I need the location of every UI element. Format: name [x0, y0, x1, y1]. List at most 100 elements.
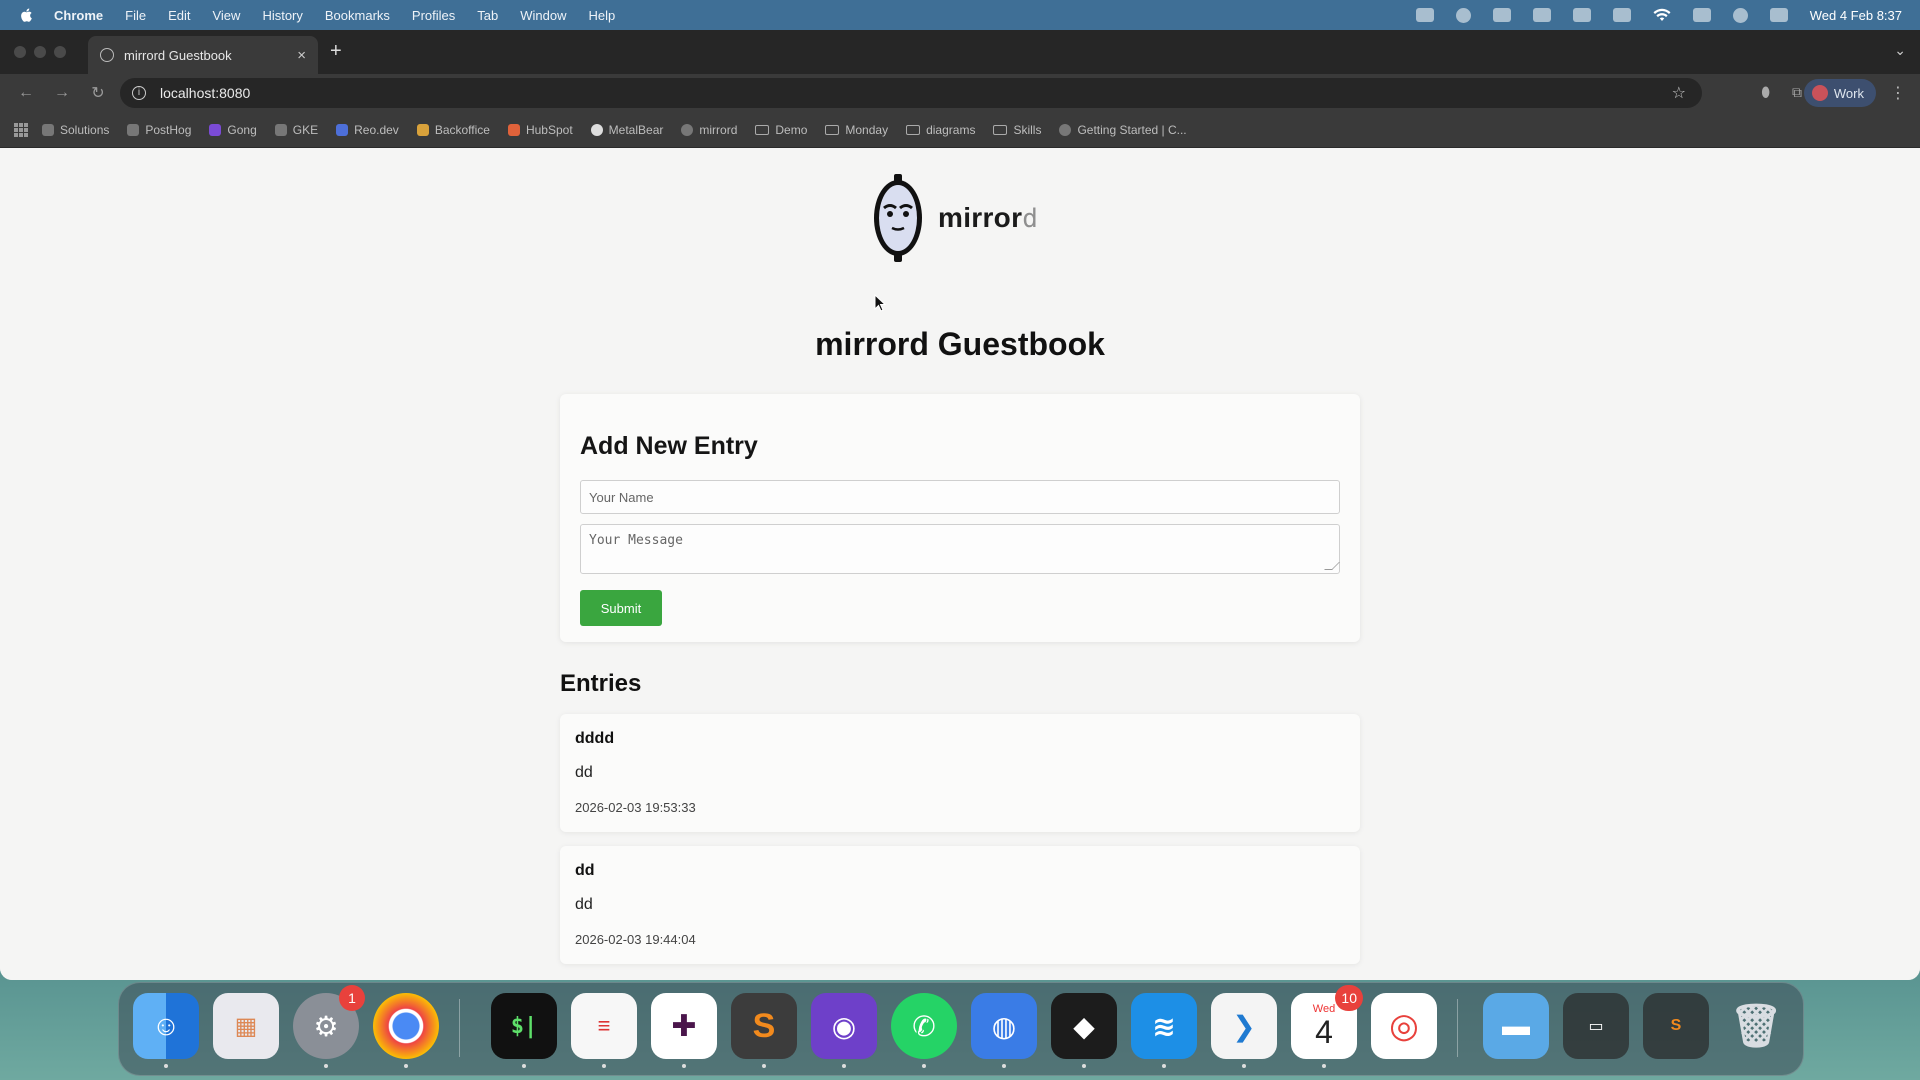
dock: ☺ ▦ ⚙ 1 $| ≡ ✚ S ◉ ✆ ◍ ◆ ≋ ❯ Wed 4 10 ◎ ▬ ▭…: [118, 982, 1804, 1076]
record-icon[interactable]: [1455, 7, 1471, 23]
dock-notes[interactable]: ≡: [571, 993, 637, 1068]
bookmark-label: Gong: [227, 122, 257, 137]
dock-github-desktop[interactable]: ◉: [811, 993, 877, 1068]
bookmark-solutions[interactable]: Solutions: [42, 123, 109, 137]
dock-finder[interactable]: ☺: [133, 993, 199, 1068]
url-text[interactable]: localhost:8080: [160, 85, 250, 101]
screen-share-icon[interactable]: [1415, 8, 1434, 22]
bookmark-hubspot[interactable]: HubSpot: [507, 123, 573, 137]
cloud-icon[interactable]: [1492, 8, 1511, 22]
kebab-menu-icon[interactable]: ⋮: [1890, 83, 1906, 103]
dock-database-app[interactable]: ◍: [971, 993, 1037, 1068]
bookmark-mirrord[interactable]: mirrord: [681, 123, 737, 137]
menu-window[interactable]: Window: [520, 8, 566, 23]
menu-bookmarks[interactable]: Bookmarks: [325, 8, 390, 23]
bookmark-folder-demo[interactable]: Demo: [755, 123, 807, 137]
bookmark-label: Solutions: [60, 122, 110, 137]
apps-grid-icon[interactable]: [14, 122, 28, 137]
entry-timestamp: 2026-02-03 19:44:04: [575, 932, 696, 947]
bookmark-getting-started[interactable]: Getting Started | C...: [1059, 123, 1187, 137]
message-textarea[interactable]: [580, 524, 1340, 574]
dock-docker[interactable]: ≋: [1131, 993, 1197, 1068]
bookmark-folder-diagrams[interactable]: diagrams: [906, 123, 975, 137]
menu-help[interactable]: Help: [589, 8, 616, 23]
menu-profiles[interactable]: Profiles: [412, 8, 455, 23]
folder-icon: [906, 124, 921, 135]
bookmark-backoffice[interactable]: Backoffice: [416, 123, 490, 137]
zoom-window-button[interactable]: [54, 46, 66, 58]
folder-icon: [993, 124, 1008, 135]
reload-icon[interactable]: ↻: [88, 83, 108, 103]
bookmark-gke[interactable]: GKE: [274, 123, 318, 137]
address-bar[interactable]: i localhost:8080 ☆: [120, 78, 1702, 108]
menu-chrome[interactable]: Chrome: [54, 8, 103, 23]
menu-file[interactable]: File: [125, 8, 146, 23]
running-indicator: [762, 1064, 766, 1068]
forward-arrow-icon[interactable]: →: [52, 84, 72, 102]
dock-whatsapp[interactable]: ✆: [891, 993, 957, 1068]
dock-slack[interactable]: ✚: [651, 993, 717, 1068]
monitor-icon[interactable]: [1612, 8, 1631, 22]
bookmark-favicon: [336, 123, 349, 136]
dock-launchpad[interactable]: ▦: [213, 993, 279, 1059]
running-indicator: [1322, 1064, 1326, 1068]
spotlight-search-icon[interactable]: [1732, 7, 1748, 23]
wifi-icon[interactable]: [1653, 8, 1671, 22]
shield-icon[interactable]: [1532, 8, 1551, 22]
dock-screen-recorder[interactable]: ◎: [1371, 993, 1437, 1059]
profile-button[interactable]: Work: [1803, 79, 1876, 107]
bookmark-metalbear[interactable]: MetalBear: [590, 123, 663, 137]
dock-calendar[interactable]: Wed 4 10: [1291, 985, 1363, 1068]
minimize-window-button[interactable]: [34, 46, 46, 58]
tab-search-chevron-icon[interactable]: ⌄: [1894, 42, 1906, 59]
window-controls: [14, 46, 66, 58]
running-indicator: [1002, 1064, 1006, 1068]
bookmark-label: Demo: [775, 122, 808, 137]
apple-icon[interactable]: [18, 6, 36, 24]
name-input[interactable]: [580, 480, 1340, 514]
site-info-icon[interactable]: i: [132, 86, 146, 100]
battery-icon[interactable]: [1692, 8, 1711, 22]
entry-message: dd: [575, 764, 593, 781]
mirrord-extension-icon[interactable]: ⬮: [1761, 84, 1770, 101]
running-indicator: [922, 1064, 926, 1068]
bookmark-favicon: [209, 123, 222, 136]
dock-minimized-chrome[interactable]: ▭: [1563, 993, 1629, 1059]
dock-sublime-text[interactable]: S: [731, 993, 797, 1068]
bookmark-label: Monday: [845, 122, 889, 137]
dock-cube-app[interactable]: ◆: [1051, 993, 1117, 1068]
bookmark-folder-skills[interactable]: Skills: [993, 123, 1041, 137]
back-arrow-icon[interactable]: ←: [16, 84, 36, 102]
tab-mirrord-guestbook[interactable]: mirrord Guestbook ×: [88, 36, 318, 74]
gear-icon: ⚙: [313, 1010, 339, 1042]
menu-tab[interactable]: Tab: [477, 8, 498, 23]
submit-button[interactable]: Submit: [580, 590, 662, 626]
dock-minimized-sublime[interactable]: S: [1643, 993, 1709, 1059]
tab-close-icon[interactable]: ×: [297, 47, 306, 64]
speedometer-icon[interactable]: [1572, 8, 1591, 22]
dock-vscode[interactable]: ❯: [1211, 993, 1277, 1068]
avatar: [1811, 85, 1828, 101]
bookmark-gong[interactable]: Gong: [209, 122, 257, 137]
menu-history[interactable]: History: [262, 8, 302, 23]
control-center-icon[interactable]: [1769, 8, 1788, 22]
bookmark-star-icon[interactable]: ☆: [1672, 83, 1686, 103]
close-window-button[interactable]: [14, 46, 26, 58]
dock-downloads-folder[interactable]: ▬: [1483, 993, 1549, 1059]
new-tab-button[interactable]: +: [330, 40, 342, 63]
entries-heading: Entries: [560, 670, 642, 697]
bookmark-posthog[interactable]: PostHog: [127, 123, 191, 137]
menu-edit[interactable]: Edit: [168, 8, 190, 23]
bookmark-reo-dev[interactable]: Reo.dev: [336, 123, 399, 137]
mirrord-logo: mirrord: [872, 172, 1038, 264]
extensions-puzzle-icon[interactable]: ⧉: [1792, 84, 1802, 101]
bookmark-folder-monday[interactable]: Monday: [825, 123, 888, 137]
menu-bar-clock[interactable]: Wed 4 Feb 8:37: [1810, 8, 1902, 23]
running-indicator: [1162, 1064, 1166, 1068]
dock-chrome[interactable]: [373, 993, 439, 1068]
dock-terminal[interactable]: $|: [491, 993, 557, 1068]
dock-system-settings[interactable]: ⚙ 1: [293, 985, 365, 1068]
menu-view[interactable]: View: [212, 8, 240, 23]
dock-trash[interactable]: 🗑: [1723, 993, 1789, 1059]
profile-name: Work: [1833, 85, 1864, 101]
